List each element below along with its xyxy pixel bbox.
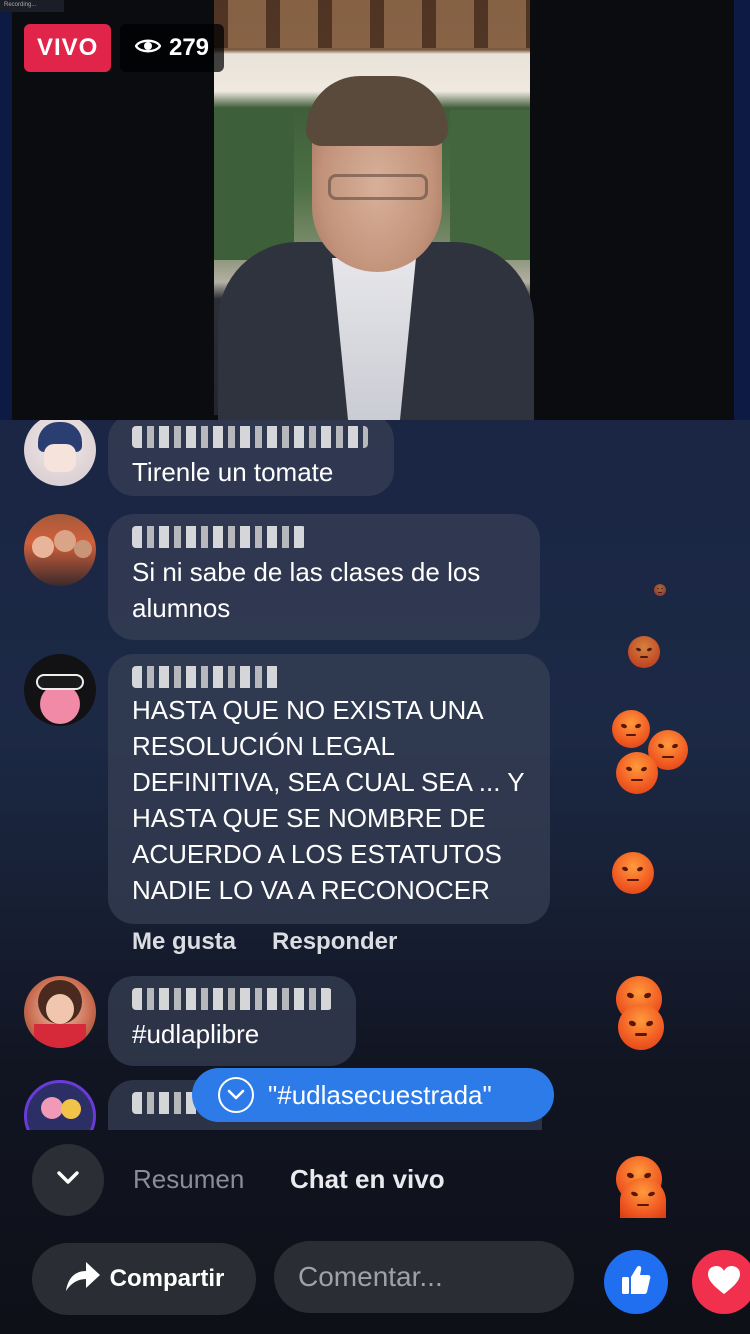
author-name-redacted [132,988,332,1010]
tab-live-chat[interactable]: Chat en vivo [290,1164,445,1195]
speaker [218,76,534,420]
comment-bubble: Si ni sabe de las clases de los alumnos [108,514,540,640]
love-reaction-button[interactable] [692,1250,750,1314]
comment-text: Si ni sabe de las clases de los alumnos [132,557,481,623]
angry-reaction-icon [612,852,654,894]
tab-summary[interactable]: Resumen [133,1164,244,1195]
viewer-count: 279 [168,34,210,61]
avatar[interactable] [24,420,96,486]
speaker-hair [306,76,448,146]
reply-comment-link[interactable]: Responder [272,928,397,956]
viewer-count-badge: 279 [120,24,224,72]
author-name-redacted [132,426,368,448]
author-name-redacted [132,526,306,548]
share-label: Compartir [109,1265,225,1292]
comment-bubble: #udlaplibre [108,976,356,1066]
speaker-glasses [328,174,428,200]
collapse-chat-button[interactable] [32,1144,104,1216]
angry-reaction-icon [618,1004,664,1050]
like-reaction-button[interactable] [604,1250,668,1314]
like-comment-link[interactable]: Me gusta [132,928,236,956]
ceiling-beams [214,0,530,48]
comment-item: #udlaplibre [24,976,356,1066]
comment-item: Tirenle un tomate [24,420,394,496]
avatar[interactable] [24,1080,96,1130]
comment-bubble: HASTA QUE NO EXISTA UNA RESOLUCIÓN LEGAL… [108,654,550,924]
author-name-redacted [132,666,280,688]
thumbs-up-icon [619,1263,653,1302]
angry-reaction-icon [654,584,666,596]
avatar[interactable] [24,654,96,726]
chevron-down-icon [56,1170,80,1191]
heart-icon [707,1265,741,1300]
avatar[interactable] [24,514,96,586]
comment-item: Si ni sabe de las clases de los alumnos [24,514,540,640]
comment-item: HASTA QUE NO EXISTA UNA RESOLUCIÓN LEGAL… [24,654,550,924]
share-arrow-icon [64,1259,102,1300]
avatar[interactable] [24,976,96,1048]
share-button[interactable]: Compartir [32,1243,256,1315]
angry-reaction-icon [616,752,658,794]
video-edge-right [734,0,750,420]
eye-icon [134,34,162,62]
angry-reaction-icon [628,636,660,668]
comment-bubble: Tirenle un tomate [108,420,394,496]
comment-input[interactable] [274,1241,574,1313]
comment-text: #udlaplibre [132,1019,260,1049]
angry-reaction-icon [612,710,650,748]
recording-indicator: Recording... [0,0,64,12]
comment-text: HASTA QUE NO EXISTA UNA RESOLUCIÓN LEGAL… [132,695,525,905]
new-comments-pill[interactable]: "#udlasecuestrada" [192,1068,554,1122]
pill-label: "#udlasecuestrada" [268,1079,492,1110]
angry-reaction-icon [620,1178,666,1218]
comment-actions: Me gusta Responder [132,928,397,956]
chevron-down-icon [218,1077,254,1113]
live-video[interactable]: Recording... VIVO 279 [0,0,750,420]
video-edge-left [0,0,12,420]
comment-text: Tirenle un tomate [132,457,334,487]
video-frame [214,0,534,420]
live-badge: VIVO [24,24,112,72]
